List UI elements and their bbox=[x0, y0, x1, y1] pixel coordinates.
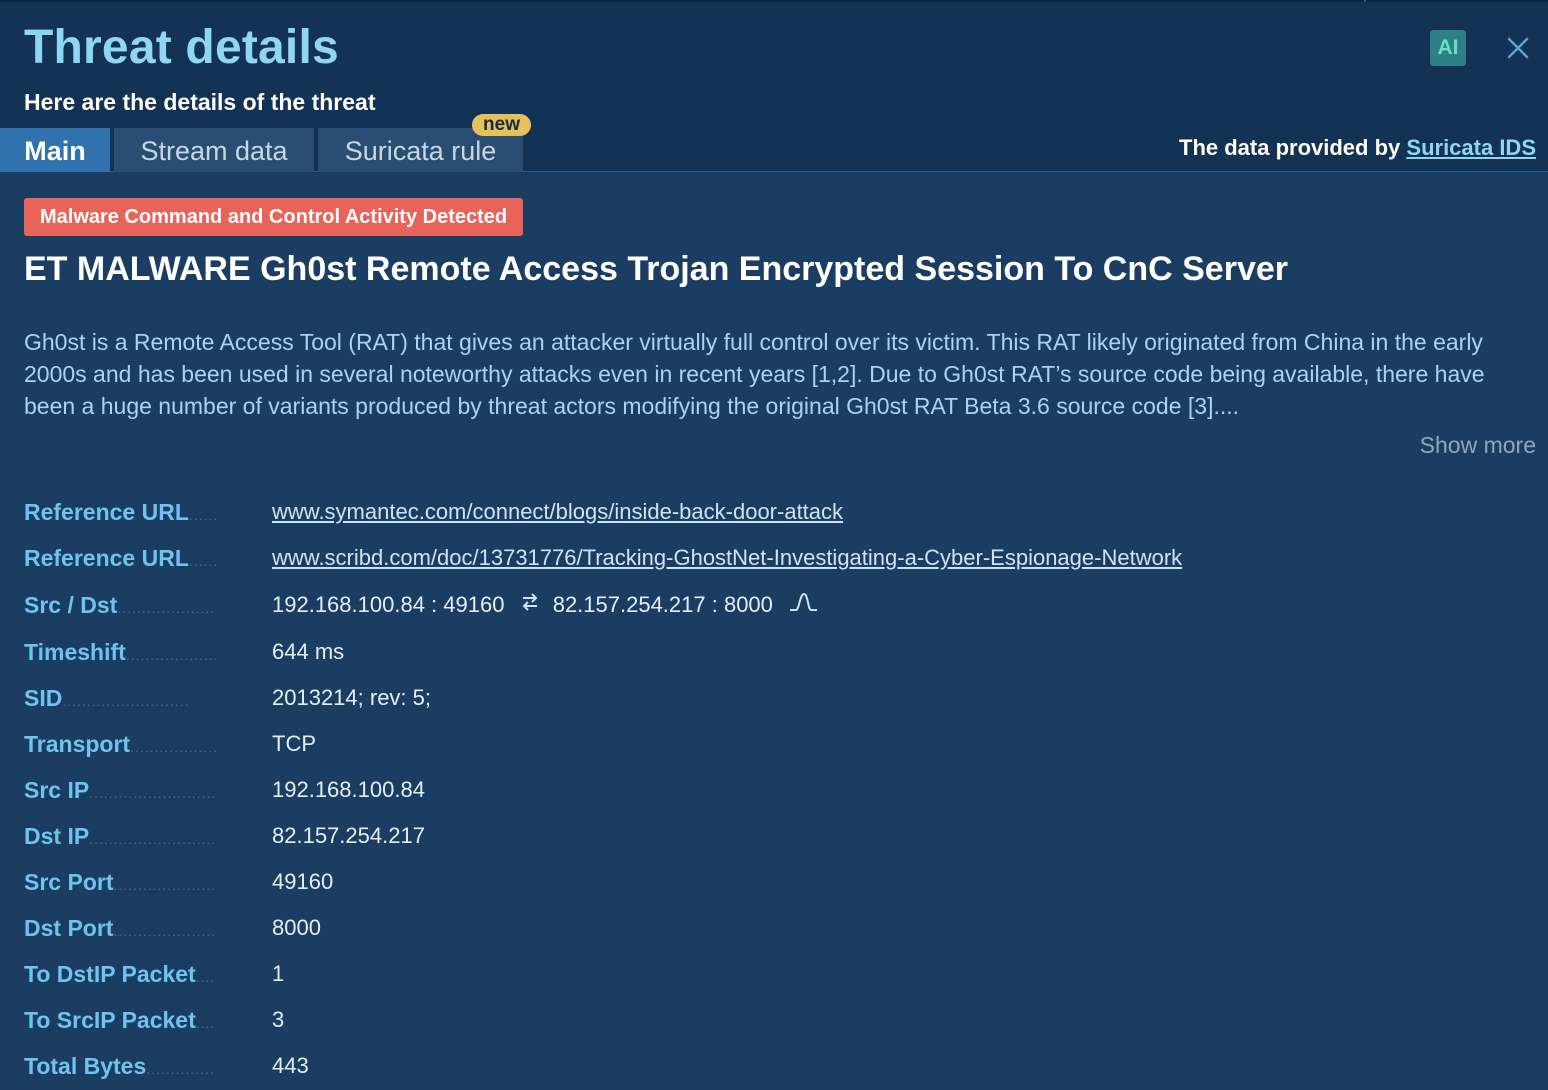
swap-arrows-icon[interactable] bbox=[521, 586, 539, 626]
detail-value: 443 bbox=[272, 1053, 309, 1078]
detail-row: Transport.......................... TCP bbox=[24, 724, 1524, 764]
page-title: Threat details bbox=[24, 21, 339, 74]
detail-value: 2013214; rev: 5; bbox=[272, 685, 432, 710]
detail-label: Transport.......................... bbox=[24, 731, 216, 757]
src-endpoint: 192.168.100.84 : 49160 bbox=[272, 592, 505, 617]
tab-main[interactable]: Main bbox=[0, 128, 110, 172]
detail-label: Total Bytes.......................... bbox=[24, 1053, 216, 1079]
detail-value: 3 bbox=[272, 1007, 285, 1032]
detail-value: 1 bbox=[272, 961, 285, 986]
show-more-link[interactable]: Show more bbox=[1420, 432, 1536, 459]
detail-label: Dst IP.......................... bbox=[24, 823, 216, 849]
threat-category-badge: Malware Command and Control Activity Det… bbox=[24, 198, 524, 236]
detail-value: 644 ms bbox=[272, 639, 345, 664]
reference-url-link[interactable]: www.symantec.com/connect/blogs/inside-ba… bbox=[272, 499, 843, 524]
detail-value: 8000 bbox=[272, 915, 321, 940]
detail-label: SID.......................... bbox=[24, 685, 190, 711]
provider-link[interactable]: Suricata IDS bbox=[1406, 135, 1536, 160]
detail-label: Timeshift.......................... bbox=[24, 639, 216, 665]
detail-value: 82.157.254.217 bbox=[272, 823, 425, 848]
page-subtitle: Here are the details of the threat bbox=[24, 89, 376, 115]
tab-stream-data[interactable]: Stream data bbox=[114, 128, 314, 172]
close-icon[interactable] bbox=[1502, 32, 1534, 64]
detail-label: Src Port.......................... bbox=[24, 869, 216, 895]
header: Threat details Here are the details of t… bbox=[0, 2, 1548, 172]
detail-value: 192.168.100.84 bbox=[272, 777, 425, 802]
detail-label: To DstIP Packet.........................… bbox=[24, 961, 216, 987]
dst-endpoint: 82.157.254.217 : 8000 bbox=[552, 592, 773, 617]
detail-row: Dst Port.......................... 8000 bbox=[24, 908, 1524, 948]
detail-row: Src Port.......................... 49160 bbox=[24, 862, 1524, 902]
detail-value: 49160 bbox=[272, 869, 334, 894]
detail-row: To DstIP Packet.........................… bbox=[24, 954, 1524, 994]
detail-row: Timeshift.......................... 644 … bbox=[24, 632, 1524, 672]
ai-button[interactable]: AI bbox=[1430, 30, 1466, 66]
detail-label: Reference URL.......................... bbox=[24, 499, 216, 525]
data-provider: The data provided by Suricata IDS bbox=[1179, 135, 1536, 161]
detail-value: www.symantec.com/connect/blogs/inside-ba… bbox=[272, 492, 843, 532]
threat-details-panel: Threat details Here are the details of t… bbox=[0, 0, 1548, 1090]
detail-row: Reference URL.......................... … bbox=[24, 538, 1524, 578]
detail-label: Reference URL.......................... bbox=[24, 545, 216, 571]
detail-value: TCP bbox=[272, 731, 316, 756]
detail-value: www.scribd.com/doc/13731776/Tracking-Gho… bbox=[272, 538, 1182, 578]
waveform-icon[interactable] bbox=[789, 586, 819, 626]
detail-row: Total Bytes.......................... 44… bbox=[24, 1046, 1524, 1086]
src-dst-value: 192.168.100.84 : 49160 82.157.254.217 : … bbox=[272, 585, 827, 625]
detail-label: Src / Dst.......................... bbox=[24, 592, 216, 618]
detail-row: Dst IP.......................... 82.157.… bbox=[24, 816, 1524, 856]
detail-label: Dst Port.......................... bbox=[24, 915, 216, 941]
provider-prefix: The data provided by bbox=[1179, 135, 1401, 160]
detail-label: To SrcIP Packet.........................… bbox=[24, 1007, 216, 1033]
detail-row: To SrcIP Packet.........................… bbox=[24, 1000, 1524, 1040]
threat-description: Gh0st is a Remote Access Tool (RAT) that… bbox=[24, 329, 1485, 419]
detail-row: Reference URL.......................... … bbox=[24, 492, 1524, 532]
detail-row: Src IP.......................... 192.168… bbox=[24, 770, 1524, 810]
detail-label: Src IP.......................... bbox=[24, 777, 216, 803]
detail-row: SID.......................... 2013214; r… bbox=[24, 678, 1524, 718]
threat-name: ET MALWARE Gh0st Remote Access Trojan En… bbox=[24, 250, 1288, 288]
detail-row: Src / Dst.......................... 192.… bbox=[24, 585, 1524, 625]
reference-url-link[interactable]: www.scribd.com/doc/13731776/Tracking-Gho… bbox=[272, 545, 1182, 570]
new-badge: new bbox=[472, 114, 531, 136]
